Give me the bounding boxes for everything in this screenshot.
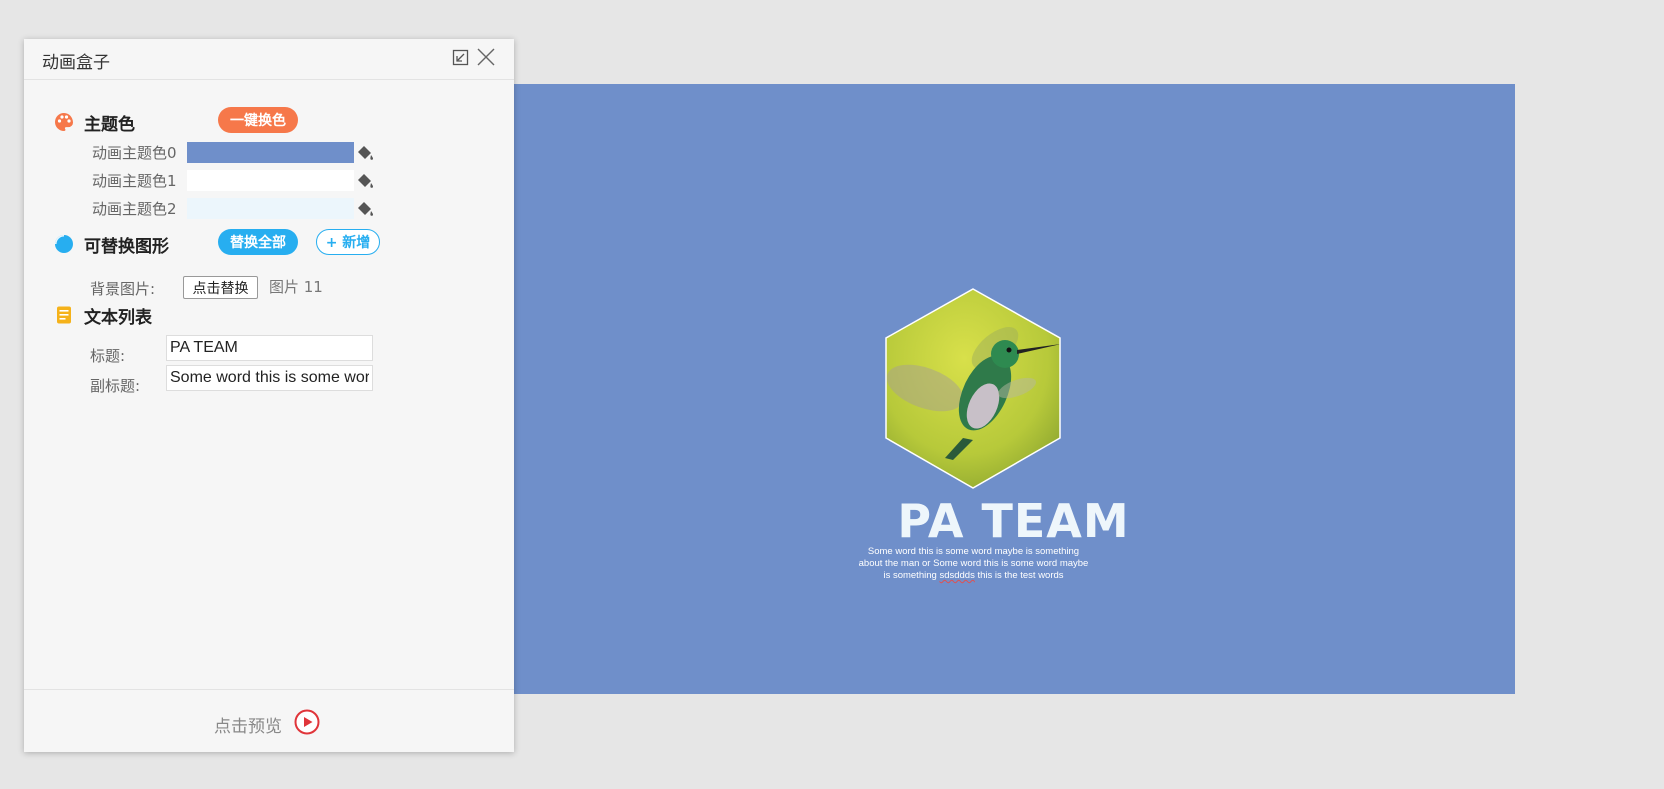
theme-color-swatch-0[interactable] (187, 142, 354, 163)
panel-footer: 点击预览 (24, 689, 514, 753)
preview-label[interactable]: 点击预览 (214, 712, 282, 737)
close-icon[interactable] (476, 47, 496, 67)
image-name: 图片 11 (269, 278, 323, 296)
pie-icon (54, 234, 74, 254)
subtitle-input[interactable] (166, 365, 373, 391)
panel-title: 动画盒子 (42, 53, 110, 73)
background-image-label: 背景图片: (90, 280, 156, 298)
one-click-color-button[interactable]: 一键换色 (218, 107, 298, 133)
theme-color-label: 动画主题色2 (92, 200, 177, 218)
title-input[interactable] (166, 335, 373, 361)
palette-icon (54, 112, 74, 132)
hexagon-image[interactable] (885, 288, 1061, 489)
slide-subtitle: Some word this is some word maybe is som… (852, 546, 1095, 582)
title-label: 标题: (90, 347, 126, 365)
slide-subtitle-line: Some word this is some word maybe is som… (867, 546, 1080, 557)
animation-box-panel: 动画盒子 主题色 一键换色 动画主题色0 动画主题色1 动画主题色2 可替换图形… (24, 39, 514, 752)
hummingbird-image (885, 288, 1061, 489)
theme-color-title: 主题色 (84, 114, 135, 135)
theme-color-swatch-1[interactable] (187, 170, 354, 191)
text-list-title: 文本列表 (84, 307, 152, 328)
play-icon[interactable] (294, 709, 320, 735)
slide-preview: PA TEAM Some word this is some word mayb… (512, 84, 1515, 694)
replace-all-button[interactable]: 替换全部 (218, 229, 298, 255)
theme-color-section-header: 主题色 (54, 110, 135, 135)
theme-color-label: 动画主题色0 (92, 144, 177, 162)
theme-color-swatch-2[interactable] (187, 198, 354, 219)
replaceable-shapes-section-header: 可替换图形 (54, 232, 169, 257)
replaceable-shapes-title: 可替换图形 (84, 236, 169, 257)
text-list-section-header: 文本列表 (54, 303, 152, 328)
paint-bucket-icon[interactable] (355, 199, 375, 219)
add-button[interactable]: + 新增 (316, 229, 380, 255)
panel-header: 动画盒子 (24, 39, 514, 80)
click-replace-button[interactable]: 点击替换 (183, 276, 258, 299)
spellcheck-word: sdsddds (939, 570, 975, 581)
paint-bucket-icon[interactable] (355, 171, 375, 191)
paint-bucket-icon[interactable] (355, 143, 375, 163)
document-icon (54, 305, 74, 325)
slide-subtitle-line: about the man or Some word this is some … (858, 558, 1089, 569)
slide-title: PA TEAM (897, 494, 1130, 548)
subtitle-label: 副标题: (90, 377, 141, 395)
slide-subtitle-line: is something sdsddds this is the test wo… (883, 570, 1064, 581)
theme-color-label: 动画主题色1 (92, 172, 177, 190)
restore-icon[interactable] (451, 47, 471, 67)
